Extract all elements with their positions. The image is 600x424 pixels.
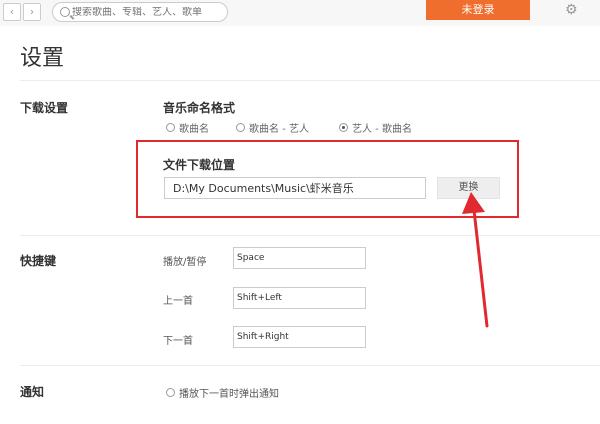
annotation-arrow-icon <box>462 192 489 328</box>
